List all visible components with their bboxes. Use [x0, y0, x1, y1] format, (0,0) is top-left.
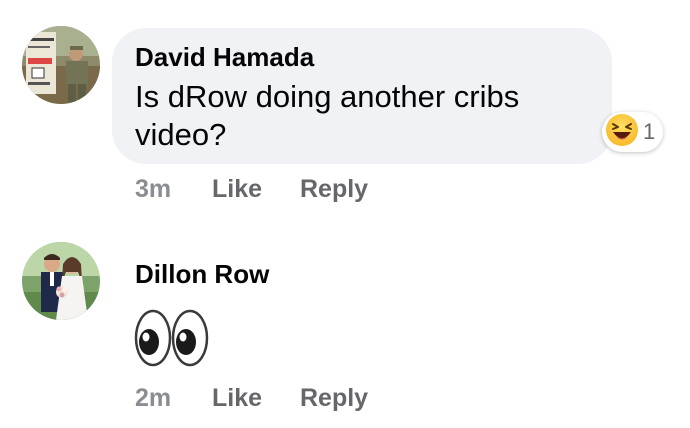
comment-text-line-1: Is dRow doing another cribs [135, 79, 520, 114]
reply-button[interactable]: Reply [300, 175, 368, 204]
comment-2: Dillon Row 2m Like Reply [0, 220, 690, 428]
avatar-david-hamada[interactable] [22, 26, 100, 104]
reaction-count: 1 [643, 119, 656, 144]
comment-author-name[interactable]: David Hamada [135, 42, 314, 73]
reply-button[interactable]: Reply [300, 384, 368, 413]
comment-author-name[interactable]: Dillon Row [135, 259, 269, 290]
avatar-dillon-row[interactable] [22, 242, 100, 320]
wedding-photo-avatar-image [22, 242, 100, 320]
comment-timestamp[interactable]: 2m [135, 384, 171, 413]
reaction-summary[interactable]: 1 [602, 112, 664, 152]
like-button[interactable]: Like [212, 175, 262, 204]
soldier-photo-avatar-image [22, 26, 100, 104]
like-button[interactable]: Like [212, 384, 262, 413]
comment-timestamp[interactable]: 3m [135, 175, 171, 204]
comment-1: David Hamada Is dRow doing another cribs… [0, 0, 690, 220]
laughing-face-emoji-icon [605, 113, 639, 152]
eyes-emoji-icon [134, 308, 210, 373]
comment-text-line-2: video? [135, 117, 227, 152]
